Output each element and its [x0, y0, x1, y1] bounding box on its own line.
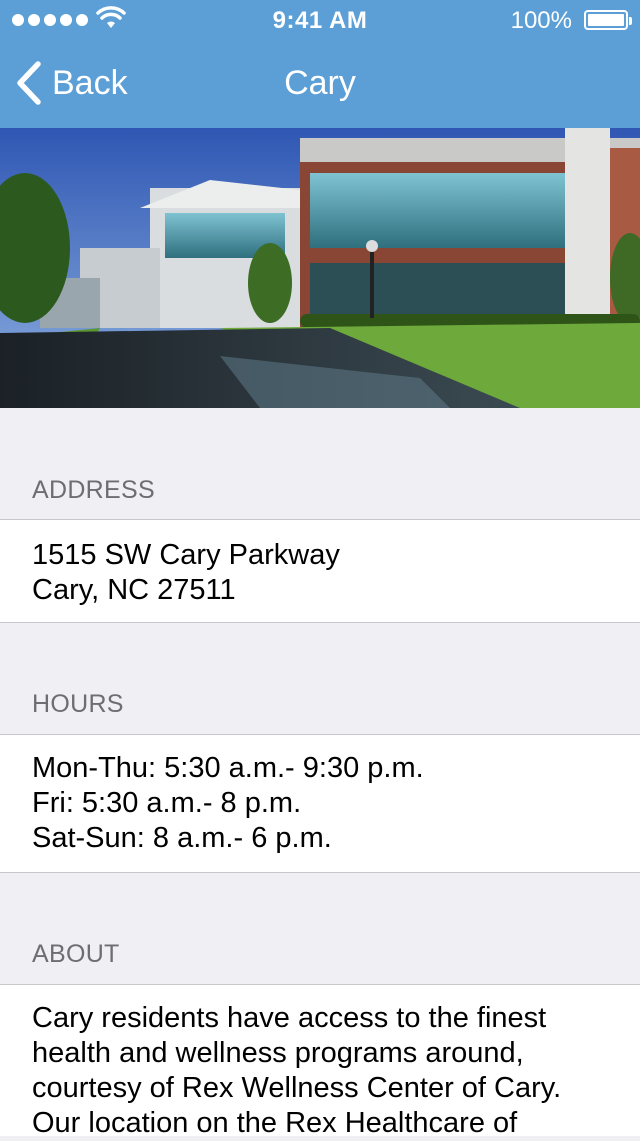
hours-section-header: HOURS [32, 690, 124, 718]
address-section-header: ADDRESS [32, 476, 155, 504]
top-bar: 9:41 AM 100% Back Cary [0, 0, 640, 128]
hours-line-mon-thu: Mon-Thu: 5:30 a.m.- 9:30 p.m. [32, 752, 424, 784]
about-cell: Cary residents have access to the finest… [0, 984, 640, 1139]
battery-icon [584, 10, 632, 30]
page-title: Cary [284, 64, 356, 102]
status-bar: 9:41 AM 100% [0, 0, 640, 40]
hours-cell: Mon-Thu: 5:30 a.m.- 9:30 p.m. Fri: 5:30 … [0, 734, 640, 873]
address-line-2: Cary, NC 27511 [32, 574, 236, 606]
address-cell[interactable]: 1515 SW Cary Parkway Cary, NC 27511 [0, 519, 640, 623]
about-text-line: Cary residents have access to the finest [32, 1002, 547, 1034]
about-text-line: health and wellness programs around, [32, 1037, 524, 1069]
address-line-1: 1515 SW Cary Parkway [32, 539, 340, 571]
hours-line-fri: Fri: 5:30 a.m.- 8 p.m. [32, 787, 302, 819]
location-photo [0, 128, 640, 408]
navigation-bar: Back Cary [0, 40, 640, 128]
about-text-line: courtesy of Rex Wellness Center of Cary. [32, 1072, 562, 1104]
about-section-header: ABOUT [32, 940, 120, 968]
hours-line-sat-sun: Sat-Sun: 8 a.m.- 6 p.m. [32, 822, 332, 854]
building-image [0, 128, 640, 408]
battery-percentage: 100% [510, 7, 572, 34]
